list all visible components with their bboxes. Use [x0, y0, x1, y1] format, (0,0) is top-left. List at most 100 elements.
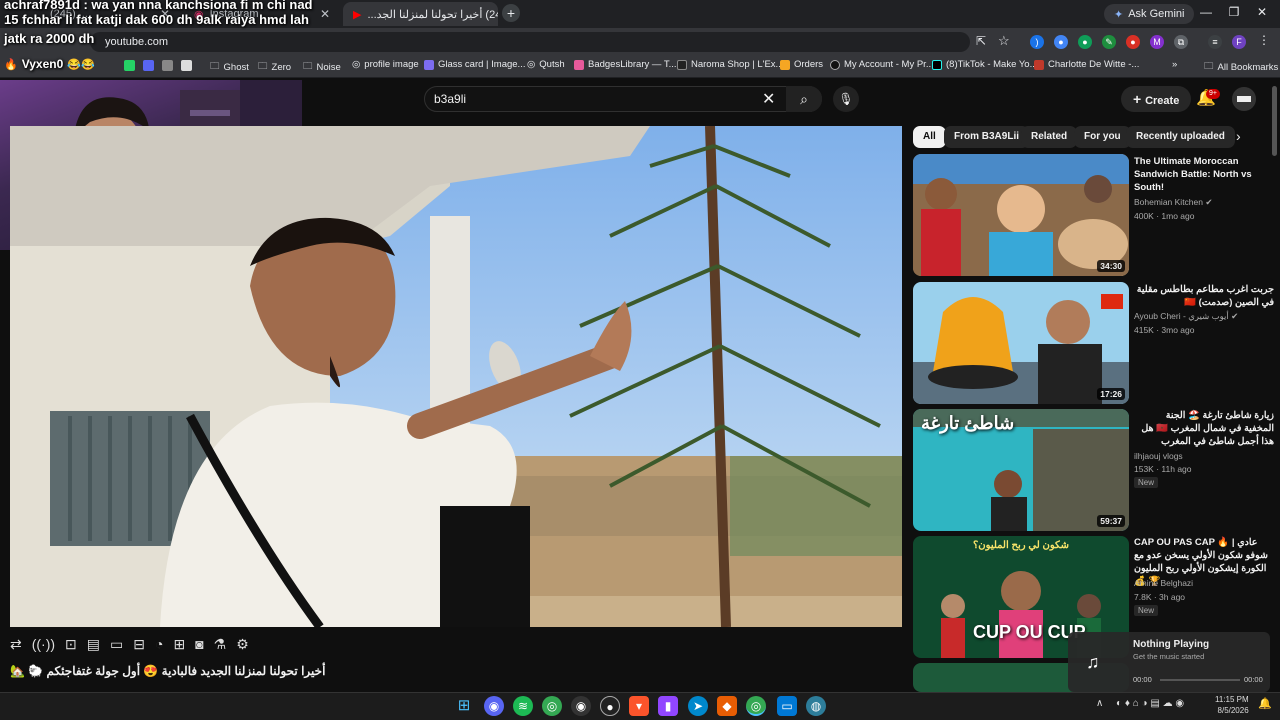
app-icon[interactable] [162, 60, 173, 71]
github-icon[interactable]: ● [600, 696, 620, 716]
bookmark-glass-card[interactable]: Glass card | Image... [424, 59, 525, 70]
chrome-icon[interactable]: ◎ [542, 696, 562, 716]
tray-icons[interactable]: ◐ ♦ ⌂ ◑ ▤ ☁ ◉ [1116, 698, 1184, 709]
sidebar-icon[interactable]: ≡ [1208, 35, 1222, 49]
chip-all[interactable]: All [913, 126, 946, 148]
related-title-2[interactable]: جربت اغرب مطاعم بطاطس مقلية في الصين (صد… [1134, 283, 1274, 309]
bookmark-ghost[interactable]: 🗀 Ghost [210, 59, 249, 75]
folder-icon: 🗀 [258, 61, 268, 72]
url-field[interactable]: youtube.com [90, 32, 970, 52]
related-channel-4[interactable]: Amine Belghazi [1134, 578, 1193, 588]
close-window-icon[interactable]: ✕ [1252, 5, 1272, 19]
install-icon[interactable]: ⇱ [976, 34, 986, 48]
bookmark-naroma[interactable]: Naroma Shop | L'Ex... [677, 59, 783, 70]
related-channel-1[interactable]: Bohemian Kitchen ✔ [1134, 197, 1213, 208]
speed-icon[interactable]: ◔ [155, 636, 163, 652]
app-icon[interactable]: ▭ [777, 696, 797, 716]
related-thumbnail-3[interactable]: شاطئ تارغة 59:37 [913, 409, 1129, 531]
gear-icon[interactable]: ⚙ [236, 636, 249, 653]
related-title-1[interactable]: The Ultimate Moroccan Sandwich Battle: N… [1134, 155, 1274, 194]
avatar[interactable] [1232, 87, 1256, 111]
tray-chevron-icon[interactable]: ∧ [1096, 698, 1103, 709]
app-icon[interactable]: ◆ [717, 696, 737, 716]
beaker-icon[interactable]: ⚗ [214, 636, 227, 653]
discord-icon[interactable]: ◉ [484, 696, 504, 716]
windows-start-icon[interactable]: ⊞ [454, 696, 474, 716]
captions-icon[interactable]: ⊟ [133, 636, 145, 653]
related-thumbnail-2[interactable]: 17:26 [913, 282, 1129, 404]
puzzle-icon[interactable]: ⧉ [1174, 35, 1188, 49]
add-icon[interactable]: ⊞ [173, 636, 185, 653]
ask-gemini-button[interactable]: ✦ Ask Gemini [1104, 4, 1195, 24]
screen-record-icon[interactable]: ⊡ [65, 636, 77, 653]
clear-search-icon[interactable]: ✕ [762, 89, 775, 109]
related-title-3[interactable]: زيارة شاطئ تارغة 🏖️ الجنة المخفية في شما… [1134, 409, 1274, 448]
bookmark-orders[interactable]: Orders [780, 59, 823, 70]
extension-icon[interactable]: M [1150, 35, 1164, 49]
picture-icon[interactable]: ▭ [110, 636, 123, 653]
extension-icon[interactable]: ✎ [1102, 35, 1116, 49]
bookmark-badges[interactable]: BadgesLibrary — T... [574, 59, 677, 70]
menu-icon[interactable]: ⋮ [1258, 33, 1270, 47]
telegram-icon[interactable]: ➤ [688, 696, 708, 716]
chip-for-you[interactable]: For you [1074, 126, 1131, 148]
bookmark-label: BadgesLibrary — T... [588, 59, 677, 70]
microphone-icon[interactable]: 🎙 [833, 86, 859, 112]
bookmark-my-account[interactable]: My Account - My Pr... [830, 59, 934, 70]
extension-icon[interactable]: ) [1030, 35, 1044, 49]
bookmark-profile-image[interactable]: ◎ profile image [352, 59, 419, 70]
create-button[interactable]: + Create [1121, 86, 1192, 112]
all-bookmarks[interactable]: 🗀 All Bookmarks [1204, 59, 1278, 75]
app-icon[interactable] [124, 60, 135, 71]
new-tab-button[interactable]: + [502, 4, 520, 22]
site-icon [424, 59, 434, 70]
star-icon[interactable]: ☆ [998, 33, 1010, 49]
related-channel-2[interactable]: Ayoub Cheri - أيوب شيري ✔ [1134, 311, 1238, 322]
obs-icon[interactable]: ◉ [571, 696, 591, 716]
maximize-icon[interactable]: ❐ [1224, 5, 1244, 19]
brave-icon[interactable]: ▾ [629, 696, 649, 716]
extension-icon[interactable]: ● [1126, 35, 1140, 49]
close-icon[interactable]: ✕ [320, 7, 330, 21]
chip-from-channel[interactable]: From B3A9Lii [944, 126, 1030, 148]
channel-name: Ayoub Cheri - أيوب شيري [1134, 311, 1229, 321]
chevron-right-icon[interactable]: › [1236, 128, 1241, 144]
bookmark-zero[interactable]: 🗀 Zero [258, 59, 291, 75]
app-icon[interactable] [181, 60, 192, 71]
bookmark-noise[interactable]: 🗀 Noise [303, 59, 341, 75]
extension-icon[interactable]: ● [1054, 35, 1068, 49]
camera-icon[interactable]: ◙ [195, 636, 203, 652]
related-thumbnail-1[interactable]: 34:30 [913, 154, 1129, 276]
tab-active-video[interactable]: ▶(245) أخيرا تحولنا لمنزلنا الجد...✕ [343, 2, 498, 26]
spotify-icon[interactable]: ≋ [513, 696, 533, 716]
app-icon[interactable] [143, 60, 154, 71]
related-meta-4: 7.8K · 3h ago [1134, 592, 1186, 602]
globe-icon[interactable]: ◍ [806, 696, 826, 716]
site-icon [574, 59, 584, 70]
verified-icon: ✔ [1205, 197, 1213, 207]
search-input[interactable]: b3a9li [434, 92, 466, 106]
clapperboard-icon[interactable]: ▤ [87, 636, 100, 653]
bookmark-charlotte[interactable]: Charlotte De Witte -... [1034, 59, 1139, 70]
video-title: أخيرا تحولنا لمنزلنا الجديد فالبادية 😍 أ… [10, 664, 326, 678]
chrome-active-icon[interactable]: ◎ [746, 696, 766, 716]
music-progress[interactable] [1160, 679, 1240, 681]
chip-recently-uploaded[interactable]: Recently uploaded [1126, 126, 1235, 148]
repeat-icon[interactable]: ⇄ [10, 636, 22, 653]
related-meta-1: 400K · 1mo ago [1134, 211, 1195, 221]
related-channel-3[interactable]: ilhjaouj vlogs [1134, 451, 1183, 461]
search-icon[interactable]: ⌕ [786, 86, 822, 112]
extension-icon[interactable]: ● [1078, 35, 1092, 49]
chip-related[interactable]: Related [1021, 126, 1078, 148]
more-bookmarks-icon[interactable]: » [1172, 59, 1177, 70]
twitch-icon[interactable]: ▮ [658, 696, 678, 716]
notification-icon[interactable]: 🔔 [1258, 697, 1272, 710]
video-player[interactable] [10, 126, 902, 627]
minimize-icon[interactable]: — [1196, 5, 1216, 19]
system-clock[interactable]: 11:15 PM 8/5/2026 [1215, 694, 1249, 716]
profile-icon[interactable]: F [1232, 35, 1246, 49]
scrollbar[interactable] [1272, 86, 1277, 156]
bookmark-tiktok[interactable]: (8)TikTok - Make Yo... [932, 59, 1038, 70]
bookmark-qutsh[interactable]: ◎ Qutsh [527, 59, 565, 70]
broadcast-icon[interactable]: ((·)) [32, 636, 55, 652]
